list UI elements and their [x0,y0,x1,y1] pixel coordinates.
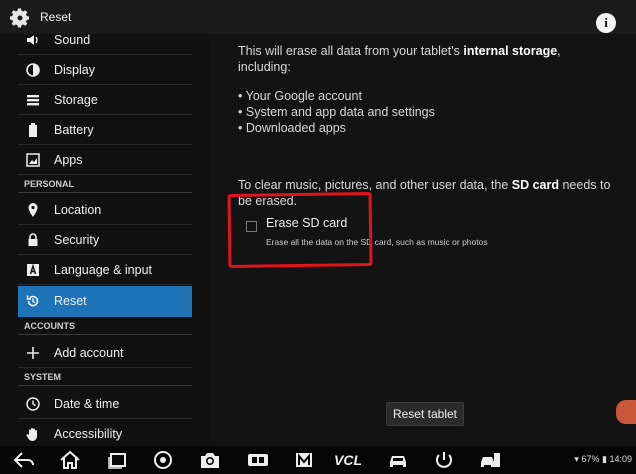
list-item: Downloaded apps [238,120,435,136]
lock-icon [28,233,38,246]
sidebar-item-language[interactable]: Language & input [18,255,192,285]
sidebar-item-label: Location [54,203,102,217]
sidebar-item-date-time[interactable]: Date & time [18,389,192,419]
power-icon[interactable] [432,450,456,470]
camera-icon[interactable] [198,450,222,470]
battery-icon: ▮ [602,454,607,464]
settings-sidebar: Sound Display Storage Battery Apps PERSO… [0,34,210,446]
home-icon[interactable] [58,450,82,470]
section-header-personal: PERSONAL [18,177,192,193]
page-title: Reset [40,10,72,24]
car-icon[interactable] [386,450,410,470]
car-diag-icon[interactable] [478,450,502,470]
apps-icon [26,153,40,167]
sidebar-item-label: Reset [54,294,87,308]
sidebar-item-label: Language & input [54,263,153,277]
sidebar-item-sound[interactable]: Sound [18,34,192,55]
display-icon [26,63,40,77]
m-icon[interactable] [292,450,316,470]
sidebar-item-label: Battery [54,123,94,137]
sidebar-item-label: Add account [54,346,124,360]
sound-icon [27,35,38,45]
location-icon [28,203,38,217]
back-icon[interactable] [12,450,36,470]
reset-icon [26,295,39,307]
clock-time: 14:09 [609,454,632,464]
erase-list: Your Google account System and app data … [238,88,435,136]
sidebar-item-label: Sound [54,34,91,47]
sidebar-item-label: Display [54,63,95,77]
sidebar-item-reset[interactable]: Reset [18,286,192,317]
sidebar-item-label: Security [54,233,100,247]
storage-icon [27,95,39,106]
navigation-bar: VCL ▾ 67% ▮ 14:09 [0,446,636,474]
sidebar-item-storage[interactable]: Storage [18,85,192,115]
chrome-icon[interactable] [151,450,175,470]
red-highlight-box [227,191,373,269]
info-icon[interactable]: i [596,13,616,33]
floating-app-badge[interactable] [616,400,636,424]
status-bar: ▾ 67% ▮ 14:09 [574,454,632,465]
section-header-system: SYSTEM [18,370,192,386]
sidebar-item-display[interactable]: Display [18,55,192,85]
section-header-accounts: ACCOUNTS [18,319,192,335]
list-item: Your Google account [238,88,435,104]
wifi-icon: ▾ [574,454,579,464]
sidebar-item-label: Date & time [54,397,120,411]
battery-percent: 67% [581,454,600,464]
sidebar-item-add-account[interactable]: Add account [18,338,192,368]
sidebar-item-label: Accessibility [54,427,123,441]
sidebar-item-accessibility[interactable]: Accessibility [18,419,192,446]
battery-icon [29,123,37,137]
list-item: System and app data and settings [238,104,435,120]
clock-icon [26,397,40,411]
sidebar-item-apps[interactable]: Apps [18,145,192,175]
vcl-icon[interactable]: VCL [334,452,368,472]
sidebar-item-label: Storage [54,93,98,107]
gear-icon[interactable] [8,6,32,30]
hand-icon [26,428,37,441]
reset-content-panel: This will erase all data from your table… [210,34,636,446]
sidebar-item-location[interactable]: Location [18,195,192,225]
title-bar: Reset i [0,0,636,34]
recent-apps-icon[interactable] [106,450,130,470]
plus-icon [27,347,39,359]
sidebar-item-battery[interactable]: Battery [18,115,192,145]
sidebar-item-security[interactable]: Security [18,225,192,255]
vci-icon[interactable] [246,450,270,470]
internal-storage-warning: This will erase all data from your table… [238,44,561,74]
reset-tablet-button[interactable]: Reset tablet [386,402,464,426]
sidebar-item-label: Apps [54,153,83,167]
language-icon [27,263,39,276]
